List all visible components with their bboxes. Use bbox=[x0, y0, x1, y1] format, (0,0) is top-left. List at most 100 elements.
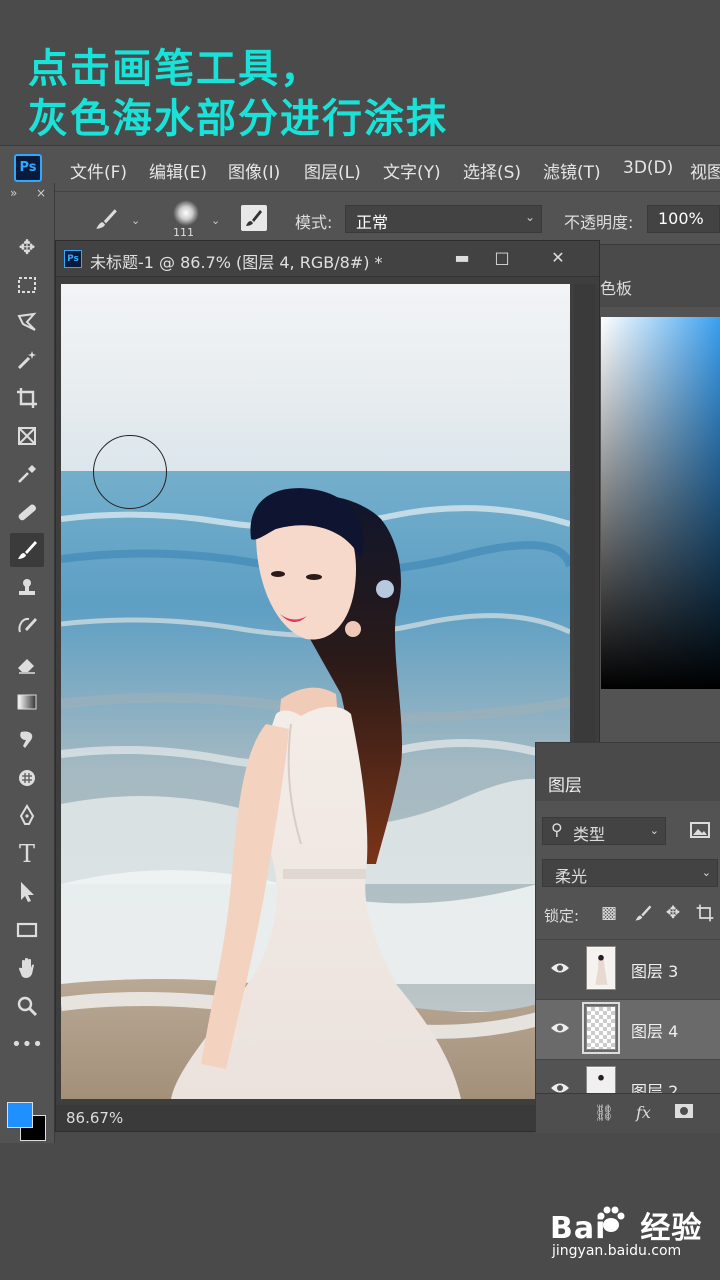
image-filter-icon[interactable] bbox=[688, 819, 712, 841]
move-tool-icon[interactable]: ✥ bbox=[10, 230, 44, 264]
layer-name: 图层 3 bbox=[631, 962, 679, 981]
layer-filter-value: 类型 bbox=[573, 825, 606, 844]
magic-wand-tool-icon[interactable] bbox=[10, 343, 44, 377]
pen-tool-icon[interactable] bbox=[10, 799, 44, 833]
zoom-level[interactable]: 86.67% bbox=[66, 1109, 123, 1127]
brush-cursor bbox=[93, 435, 167, 509]
menu-bar: Ps 文件(F) 编辑(E) 图像(I) 图层(L) 文字(Y) 选择(S) 滤… bbox=[0, 145, 720, 191]
search-icon: ⚲ bbox=[551, 820, 563, 839]
menu-file[interactable]: 文件(F) bbox=[70, 158, 127, 183]
menu-filter[interactable]: 滤镜(T) bbox=[543, 158, 601, 183]
layer-row[interactable]: 图层 2 bbox=[536, 1059, 720, 1093]
type-tool-icon[interactable]: T bbox=[10, 837, 44, 871]
brush-tool-icon[interactable] bbox=[10, 533, 44, 567]
brush-settings-icon[interactable] bbox=[241, 205, 267, 231]
tools-panel-header: » × bbox=[0, 183, 55, 205]
lock-pixels-icon[interactable] bbox=[632, 903, 654, 925]
mode-label: 模式: bbox=[295, 213, 333, 232]
eraser-tool-icon[interactable] bbox=[10, 647, 44, 681]
lock-transparent-icon[interactable]: ▩ bbox=[598, 903, 620, 925]
menu-3d[interactable]: 3D(D) bbox=[623, 158, 673, 178]
color-panel-tabbar: 色板 bbox=[600, 265, 720, 307]
tools-panel: » × ✥ T ••• ◪ ⇄ bbox=[0, 183, 55, 1275]
paw-logo-icon bbox=[597, 1206, 625, 1232]
options-bar: ⌄ 111 ⌄ 模式: 正常 ⌄ 不透明度: 100% bbox=[55, 191, 720, 245]
chevron-down-icon[interactable]: ⌄ bbox=[131, 214, 140, 227]
chevron-down-icon: ⌄ bbox=[649, 824, 659, 837]
fx-icon[interactable]: fx bbox=[636, 1103, 651, 1122]
brush-tip-preview[interactable] bbox=[173, 200, 199, 226]
color-picker-field[interactable] bbox=[601, 317, 720, 689]
foreground-color-swatch[interactable] bbox=[7, 1102, 33, 1128]
document-title: 未标题-1 @ 86.7% (图层 4, RGB/8#) * bbox=[90, 253, 383, 272]
photoshop-doc-icon: Ps bbox=[64, 250, 82, 268]
color-panel: 色板 bbox=[600, 265, 720, 745]
beach-portrait-photo bbox=[61, 284, 570, 1099]
eye-icon[interactable] bbox=[550, 1080, 570, 1093]
lock-position-icon[interactable]: ✥ bbox=[662, 903, 684, 925]
menu-select[interactable]: 选择(S) bbox=[463, 158, 521, 183]
menu-layer[interactable]: 图层(L) bbox=[304, 158, 361, 183]
healing-tool-icon[interactable] bbox=[10, 495, 44, 529]
maximize-button[interactable]: □ bbox=[490, 247, 514, 271]
hand-tool-icon[interactable] bbox=[10, 951, 44, 985]
brush-preset-icon[interactable] bbox=[93, 206, 119, 232]
layers-panel-footer: ⛓ fx bbox=[536, 1093, 720, 1133]
frame-tool-icon[interactable] bbox=[10, 419, 44, 453]
menu-view[interactable]: 视图 bbox=[690, 158, 720, 183]
blend-mode-value: 柔光 bbox=[555, 867, 588, 886]
more-tools-icon[interactable]: ••• bbox=[10, 1031, 44, 1065]
watermark-url: jingyan.baidu.com bbox=[552, 1243, 682, 1259]
eye-icon[interactable] bbox=[550, 960, 570, 974]
caption-line-2: 灰色海水部分进行涂抹 bbox=[28, 96, 448, 142]
eyedropper-tool-icon[interactable] bbox=[10, 457, 44, 491]
image-canvas[interactable] bbox=[61, 284, 570, 1099]
menu-image[interactable]: 图像(I) bbox=[228, 158, 280, 183]
menu-type[interactable]: 文字(Y) bbox=[383, 158, 441, 183]
layer-row-selected[interactable]: 图层 4 bbox=[536, 999, 720, 1059]
baidu-jingyan-watermark: Bai 经验 jingyan.baidu.com bbox=[550, 1203, 703, 1263]
mask-icon[interactable] bbox=[674, 1103, 694, 1123]
brush-size-value: 111 bbox=[173, 226, 194, 239]
history-brush-tool-icon[interactable] bbox=[10, 609, 44, 643]
document-status-bar: 86.67% bbox=[56, 1105, 599, 1131]
minimize-button[interactable]: ▬ bbox=[450, 247, 474, 271]
path-select-tool-icon[interactable] bbox=[10, 875, 44, 909]
chevron-down-icon[interactable]: ⌄ bbox=[211, 214, 220, 227]
layer-row[interactable]: 图层 3 bbox=[536, 939, 720, 999]
dodge-tool-icon[interactable] bbox=[10, 761, 44, 795]
layer-thumbnail bbox=[586, 1066, 616, 1093]
swatches-tab[interactable]: 色板 bbox=[600, 275, 632, 299]
smudge-tool-icon[interactable] bbox=[10, 723, 44, 757]
photoshop-logo: Ps bbox=[14, 154, 42, 182]
link-icon[interactable]: ⛓ bbox=[594, 1103, 614, 1122]
eye-icon[interactable] bbox=[550, 1020, 570, 1034]
menu-edit[interactable]: 编辑(E) bbox=[149, 158, 207, 183]
mode-value: 正常 bbox=[356, 213, 389, 232]
stamp-tool-icon[interactable] bbox=[10, 571, 44, 605]
mode-select[interactable]: 正常 ⌄ bbox=[345, 205, 542, 233]
document-title-bar[interactable]: Ps 未标题-1 @ 86.7% (图层 4, RGB/8#) * ▬ □ ✕ bbox=[56, 241, 599, 277]
layer-filter-select[interactable]: ⚲ 类型 ⌄ bbox=[542, 817, 666, 845]
zoom-tool-icon[interactable] bbox=[10, 989, 44, 1023]
crop-tool-icon[interactable] bbox=[10, 381, 44, 415]
layers-panel: 图层 ⚲ 类型 ⌄ 柔光 ⌄ 锁定: ▩ ✥ 图层 3 图层 4 图层 2 ⛓ … bbox=[535, 742, 720, 1133]
layer-name: 图层 4 bbox=[631, 1022, 679, 1041]
layers-tab[interactable]: 图层 bbox=[548, 771, 582, 796]
blend-mode-select[interactable]: 柔光 ⌄ bbox=[542, 859, 718, 887]
opacity-value: 100% bbox=[658, 209, 704, 228]
opacity-input[interactable]: 100% bbox=[647, 205, 720, 233]
collapse-icon[interactable]: » bbox=[10, 186, 17, 200]
lasso-tool-icon[interactable] bbox=[10, 305, 44, 339]
layer-thumbnail bbox=[586, 946, 616, 990]
rectangle-tool-icon[interactable] bbox=[10, 913, 44, 947]
close-icon[interactable]: × bbox=[36, 186, 46, 200]
marquee-tool-icon[interactable] bbox=[10, 268, 44, 302]
tutorial-caption: 点击画笔工具， 灰色海水部分进行涂抹 bbox=[0, 0, 720, 145]
gradient-tool-icon[interactable] bbox=[10, 685, 44, 719]
close-button[interactable]: ✕ bbox=[546, 247, 570, 271]
layers-panel-tabbar: 图层 bbox=[536, 743, 720, 801]
lock-artboard-icon[interactable] bbox=[694, 903, 716, 925]
opacity-label: 不透明度: bbox=[564, 213, 634, 232]
watermark-brand-b: 经验 bbox=[640, 1211, 703, 1246]
